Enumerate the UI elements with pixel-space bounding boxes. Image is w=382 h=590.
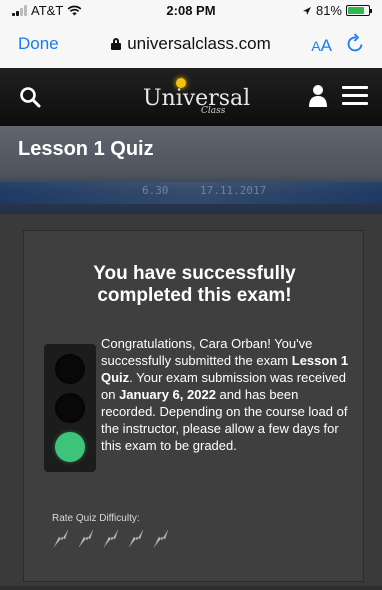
- location-icon: [302, 6, 311, 15]
- battery-icon: [346, 5, 372, 16]
- search-icon[interactable]: [18, 85, 42, 109]
- bottom-bar: [0, 586, 382, 590]
- battery-fill: [348, 7, 365, 14]
- text-size-button[interactable]: AA: [311, 36, 332, 56]
- heading-line-1: You have successfully: [93, 263, 296, 284]
- universal-class-logo[interactable]: Universal Class: [143, 78, 253, 118]
- result-card: You have successfully completed this exa…: [23, 230, 364, 582]
- menu-icon[interactable]: [342, 86, 368, 106]
- hero-ticker-right: 17.11.2017: [200, 184, 267, 197]
- logo-subtext: Class: [201, 106, 226, 116]
- card-heading: You have successfully completed this exa…: [24, 263, 365, 307]
- lock-icon: [111, 38, 122, 50]
- traffic-light-icon: [44, 344, 96, 472]
- red-light: [55, 354, 85, 384]
- yellow-light: [55, 393, 85, 423]
- status-bar: AT&T 2:08 PM 81%: [0, 0, 382, 22]
- reload-icon[interactable]: [346, 32, 366, 54]
- green-light: [55, 432, 85, 462]
- status-right: 81%: [302, 3, 372, 18]
- user-icon[interactable]: [308, 84, 328, 108]
- rating-group: [50, 527, 172, 549]
- browser-bar: Done universalclass.com AA: [0, 22, 382, 68]
- page-title: Lesson 1 Quiz: [18, 138, 154, 160]
- site-header: Universal Class: [0, 68, 382, 126]
- aa-small: A: [311, 38, 321, 54]
- rating-5-icon[interactable]: [150, 527, 172, 549]
- aa-large: A: [320, 36, 332, 55]
- url-text: universalclass.com: [127, 34, 271, 53]
- rating-1-icon[interactable]: [50, 527, 72, 549]
- battery-percent: 81%: [315, 3, 342, 18]
- hero-banner: 6.30 17.11.2017 Lesson 1 Quiz: [0, 126, 382, 214]
- heading-line-2: completed this exam!: [97, 285, 292, 306]
- submission-date: January 6, 2022: [119, 387, 216, 402]
- rate-label: Rate Quiz Difficulty:: [52, 513, 140, 524]
- rating-3-icon[interactable]: [100, 527, 122, 549]
- rating-2-icon[interactable]: [75, 527, 97, 549]
- rating-4-icon[interactable]: [125, 527, 147, 549]
- confirmation-message: Congratulations, Cara Orban! You've succ…: [101, 335, 355, 454]
- logo-text: Universal: [143, 86, 251, 111]
- hero-ticker-left: 6.30: [142, 184, 169, 197]
- message-intro: Congratulations, Cara Orban! You've succ…: [101, 336, 313, 368]
